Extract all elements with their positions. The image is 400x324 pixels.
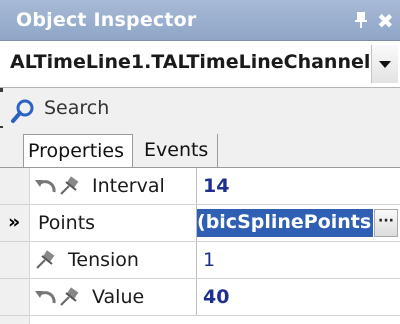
search-icon (10, 98, 36, 128)
pin-icon[interactable] (58, 176, 82, 200)
property-name: Tension (68, 249, 139, 271)
object-selector-value: ALTimeLine1.TALTimeLineChannel (10, 51, 370, 73)
property-value: 14 (203, 175, 230, 197)
property-value-cell[interactable]: 40 (197, 279, 400, 315)
object-selector[interactable]: ALTimeLine1.TALTimeLineChannel (0, 40, 400, 88)
undo-icon[interactable] (34, 176, 58, 200)
property-row-interval[interactable]: Interval 14 (0, 168, 400, 205)
pin-icon[interactable] (34, 250, 58, 274)
pin-icon[interactable] (353, 11, 369, 33)
property-value-cell[interactable]: 14 (197, 168, 400, 204)
property-name: Value (92, 286, 145, 308)
chevron-down-icon[interactable] (371, 45, 398, 83)
property-value-cell[interactable]: 1 (197, 242, 400, 278)
panel-title: Object Inspector (16, 9, 197, 31)
tab-events[interactable]: Events (140, 134, 218, 167)
panel-titlebar: Object Inspector ✖ (0, 0, 400, 40)
property-grid: Interval 14 » Points bicSplinePoints) ··… (0, 168, 400, 324)
property-name: Points (38, 212, 96, 234)
ellipsis-button[interactable]: ··· (374, 209, 398, 237)
selected-row-marker: » (8, 211, 21, 233)
close-icon[interactable]: ✖ (377, 9, 394, 33)
property-name: Interval (92, 175, 165, 197)
property-row-tension[interactable]: Tension 1 (0, 242, 400, 279)
tab-strip: Properties Events (0, 128, 400, 168)
property-value: 1 (203, 249, 216, 271)
property-name-cell[interactable]: Value (30, 279, 197, 315)
undo-icon[interactable] (34, 287, 58, 311)
property-row-value[interactable]: Value 40 (0, 279, 400, 316)
property-name-cell[interactable]: Tension (30, 242, 197, 278)
pin-icon[interactable] (58, 287, 82, 311)
property-name-cell[interactable]: Points (30, 205, 197, 241)
tab-properties[interactable]: Properties (23, 134, 133, 167)
search-bar[interactable]: Search (0, 92, 400, 126)
property-row-points[interactable]: » Points bicSplinePoints) ··· (0, 205, 400, 242)
search-input[interactable]: Search (44, 97, 109, 119)
property-value-editor[interactable]: bicSplinePoints) (197, 209, 373, 237)
property-name-cell[interactable]: Interval (30, 168, 197, 204)
property-value: 40 (203, 286, 230, 308)
